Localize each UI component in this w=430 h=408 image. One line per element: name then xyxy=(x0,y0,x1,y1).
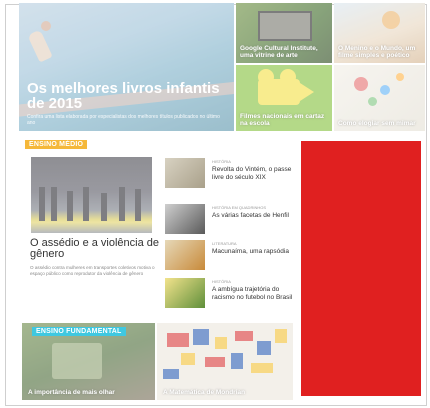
side-article-title[interactable]: As várias facetas de Henfil xyxy=(212,212,294,220)
mondrian-block xyxy=(275,329,287,343)
doodle-dot xyxy=(368,97,377,106)
side-article-category: LITERATURA xyxy=(212,241,237,246)
mondrian-block xyxy=(257,341,271,355)
image-figure xyxy=(51,187,57,221)
side-article-category: HISTÓRIA xyxy=(212,279,231,284)
tablet-image xyxy=(258,11,312,41)
doodle-dot xyxy=(396,73,404,81)
image-figure xyxy=(119,187,125,221)
hero-image-figure xyxy=(27,29,53,63)
mondrian-block xyxy=(181,353,195,365)
side-article-category: HISTÓRIA xyxy=(212,159,231,164)
image-figure xyxy=(83,187,89,221)
side-article-category: HISTÓRIA EM QUADRINHOS xyxy=(212,205,267,210)
section-tag-ensino-fundamental[interactable]: ENSINO FUNDAMENTAL xyxy=(32,327,126,336)
tile-filmes-nacionais[interactable]: Filmes nacionais em cartaz na escola xyxy=(236,65,332,131)
image-figure xyxy=(67,191,73,221)
hero-banner[interactable]: Os melhores livros infantis de 2015 Conf… xyxy=(19,3,234,131)
tile-menino-mundo[interactable]: O Menino e o Mundo, um filme simples e p… xyxy=(334,3,425,63)
side-article-thumb[interactable] xyxy=(165,278,205,308)
image-figure xyxy=(135,189,141,221)
mondrian-block xyxy=(231,353,243,369)
advertisement-banner[interactable] xyxy=(301,141,421,396)
image-figure xyxy=(39,187,45,221)
mondrian-block xyxy=(167,333,189,347)
tile-google-cultural[interactable]: Google Cultural Institute, uma vitrine d… xyxy=(236,3,332,63)
fundamental-article-mondrian[interactable]: A Matemática de Mondrian xyxy=(157,323,293,400)
side-article-title[interactable]: A ambígua trajetória do racismo no futeb… xyxy=(212,286,294,302)
tile-label[interactable]: Google Cultural Institute, uma vitrine d… xyxy=(240,45,329,59)
tile-illustration xyxy=(382,11,400,29)
tile-como-elogiar[interactable]: Como elogiar sem mimar xyxy=(334,65,425,131)
mondrian-block xyxy=(205,357,225,367)
doodle-dot xyxy=(380,85,390,95)
side-article-thumb[interactable] xyxy=(165,158,205,188)
movie-camera-icon xyxy=(258,79,300,105)
fundamental-article-title[interactable]: A Matemática de Mondrian xyxy=(163,389,245,396)
mondrian-block xyxy=(163,369,179,379)
hero-title[interactable]: Os melhores livros infantis de 2015 xyxy=(27,81,227,111)
tile-label[interactable]: Como elogiar sem mimar xyxy=(338,120,422,127)
side-article-thumb[interactable] xyxy=(165,240,205,270)
main-article-image[interactable] xyxy=(31,157,152,233)
hero-description: Confira uma lista elaborada por especial… xyxy=(27,114,220,126)
tile-label[interactable]: Filmes nacionais em cartaz na escola xyxy=(240,113,329,127)
section-tag-ensino-medio[interactable]: ENSINO MÉDIO xyxy=(25,140,88,149)
side-article-title[interactable]: Macunaíma, uma rapsódia xyxy=(212,248,294,256)
side-article-title[interactable]: Revolta do Vintém, o passe livre do sécu… xyxy=(212,166,294,182)
mondrian-block xyxy=(193,329,209,345)
camera-lens-icon xyxy=(300,83,314,101)
main-article-title[interactable]: O assédio e a violência de gênero xyxy=(30,238,160,260)
tile-label[interactable]: O Menino e o Mundo, um filme simples e p… xyxy=(338,45,422,59)
hero-image-head xyxy=(41,21,51,31)
fundamental-article-title[interactable]: A importância de mais olhar xyxy=(28,389,115,396)
article-image xyxy=(52,343,102,379)
side-article-thumb[interactable] xyxy=(165,204,205,234)
mondrian-block xyxy=(251,363,273,373)
doodle-dot xyxy=(354,77,368,91)
mondrian-block xyxy=(235,331,253,341)
mondrian-block xyxy=(215,337,227,349)
image-figure xyxy=(101,193,107,221)
main-article-description: O assédio contra mulheres em transportes… xyxy=(30,265,155,276)
